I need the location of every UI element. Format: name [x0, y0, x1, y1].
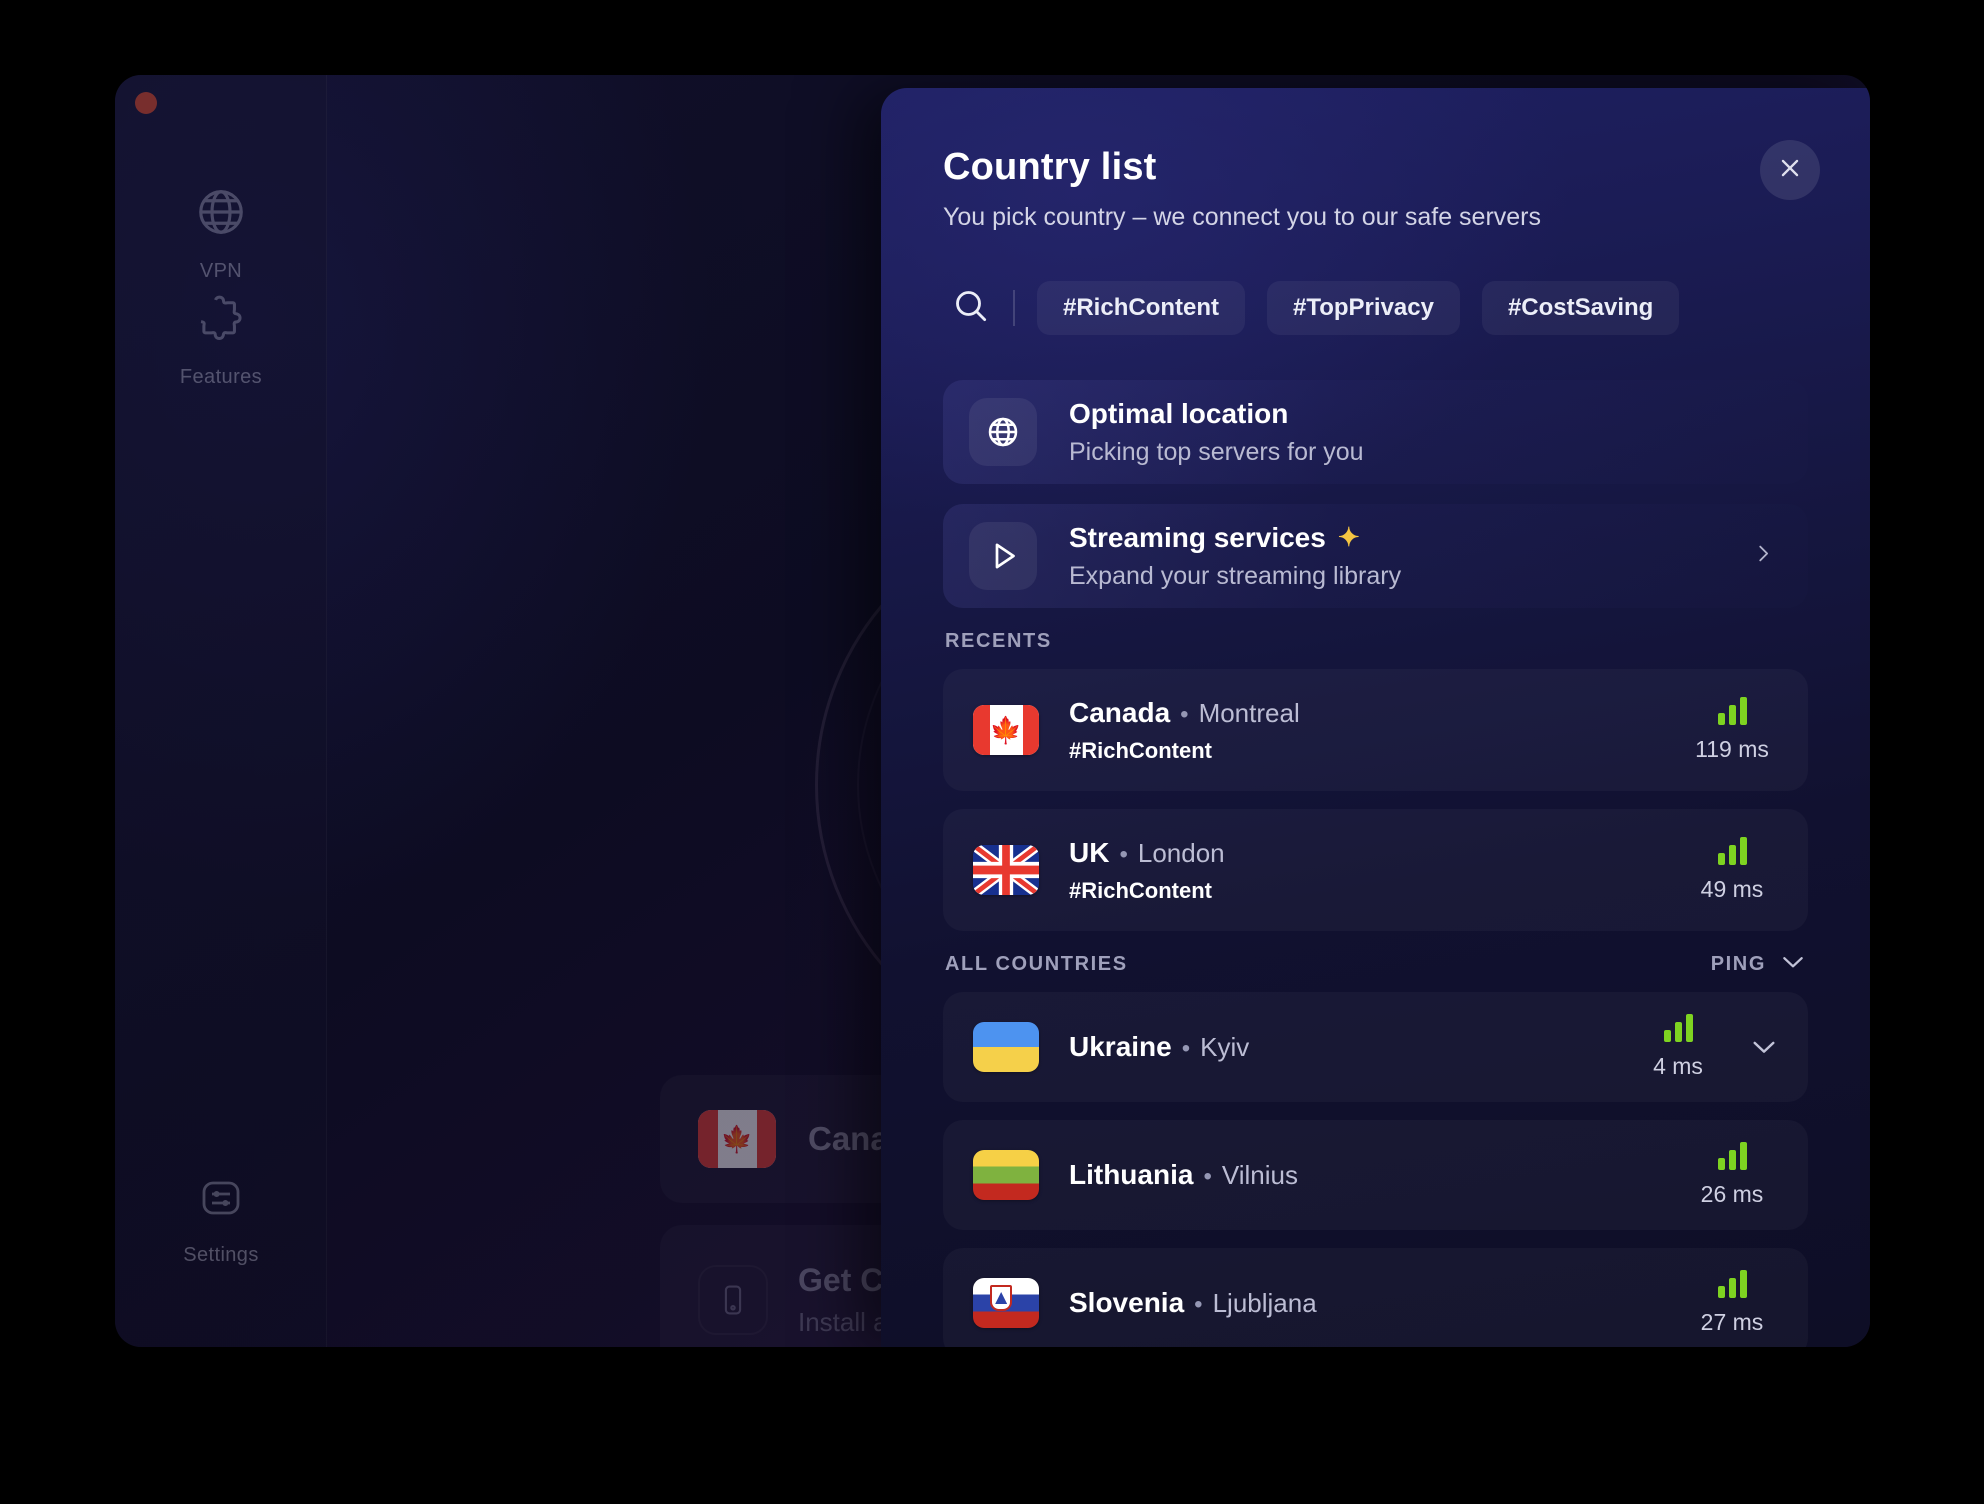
sparkle-icon: ✦ [1337, 522, 1360, 552]
tag-chips: #RichContent #TopPrivacy #CostSaving [1037, 281, 1680, 335]
recents-label: RECENTS [945, 630, 1052, 652]
city-name: Vilnius [1221, 1160, 1298, 1190]
separator: • [1194, 1291, 1203, 1318]
chip-cost-saving[interactable]: #CostSaving [1481, 281, 1680, 335]
app-window: VPN Features Settings 🍁 Canada Get Clear… [115, 75, 1870, 1347]
ping-indicator: 26 ms [1686, 1142, 1778, 1208]
sort-label: PING [1710, 953, 1766, 975]
flag-uk-icon [973, 845, 1039, 895]
signal-bars-icon [1717, 697, 1747, 725]
sidebar-item-label: VPN [199, 260, 243, 282]
row-tag: #RichContent [1069, 877, 1212, 903]
table-row[interactable]: 🍁 Canada • Montreal #RichContent 119 ms [943, 669, 1808, 791]
flag-ua-icon [973, 1022, 1039, 1072]
filter-row: #RichContent #TopPrivacy #CostSaving [881, 232, 1870, 336]
expand-row-chevron-icon[interactable] [1750, 1038, 1778, 1056]
city-name: Montreal [1198, 697, 1300, 728]
ping-value: 26 ms [1700, 1181, 1764, 1207]
chip-top-privacy[interactable]: #TopPrivacy [1267, 281, 1460, 335]
panel-body: Optimal location Picking top servers for… [881, 336, 1870, 1347]
country-list-panel: Country list You pick country – we conne… [881, 88, 1870, 1347]
flag-ca-icon: 🍁 [698, 1110, 776, 1168]
search-icon [951, 286, 991, 331]
city-name: Kyiv [1200, 1032, 1250, 1062]
sidebar: VPN Features Settings [115, 75, 327, 1347]
sidebar-item-vpn[interactable]: VPN [115, 185, 327, 283]
streaming-services-subtitle: Expand your streaming library [1069, 561, 1402, 590]
screen: VPN Features Settings 🍁 Canada Get Clear… [0, 0, 1984, 1504]
ping-value: 4 ms [1653, 1053, 1703, 1079]
table-row[interactable]: Ukraine • Kyiv 4 ms [943, 992, 1808, 1102]
streaming-services-card[interactable]: Streaming services ✦ Expand your streami… [943, 504, 1808, 608]
table-row[interactable]: Slovenia • Ljubljana 27 ms [943, 1248, 1808, 1347]
globe-icon [969, 398, 1037, 466]
page-title: Country list [943, 146, 1157, 188]
country-name: Canada [1069, 696, 1171, 728]
ping-value: 119 ms [1695, 736, 1769, 762]
ping-value: 27 ms [1700, 1309, 1764, 1335]
country-name: Ukraine [1069, 1031, 1172, 1062]
sliders-icon [197, 1175, 245, 1228]
optimal-location-title: Optimal location [1069, 397, 1289, 429]
sidebar-item-label: Settings [183, 1244, 259, 1266]
country-name: Slovenia [1069, 1287, 1185, 1318]
search-input[interactable] [943, 280, 999, 336]
city-name: London [1137, 837, 1225, 868]
sort-by-ping-control[interactable]: PING [1711, 953, 1806, 976]
country-name: UK [1069, 836, 1110, 868]
country-name: Lithuania [1069, 1159, 1194, 1190]
sidebar-item-settings[interactable]: Settings [115, 1175, 327, 1267]
puzzle-icon [195, 293, 247, 350]
close-panel-button[interactable] [1760, 140, 1820, 200]
table-row[interactable]: Lithuania • Vilnius 26 ms [943, 1120, 1808, 1230]
ping-indicator: 27 ms [1686, 1270, 1778, 1336]
globe-icon [194, 185, 248, 244]
optimal-location-card[interactable]: Optimal location Picking top servers for… [943, 380, 1808, 484]
panel-header: Country list You pick country – we conne… [881, 88, 1870, 232]
separator: • [1203, 1163, 1212, 1190]
table-row[interactable]: UK • London #RichContent 49 ms [943, 809, 1808, 931]
streaming-services-title: Streaming services [1069, 521, 1326, 553]
signal-bars-icon [1717, 1270, 1747, 1298]
separator: • [1181, 1035, 1191, 1062]
ping-indicator: 49 ms [1686, 837, 1778, 903]
separator: • [1180, 700, 1189, 728]
close-icon [1777, 155, 1803, 186]
chevron-right-icon[interactable] [1752, 539, 1774, 574]
flag-lt-icon [973, 1150, 1039, 1200]
ping-indicator: 4 ms [1632, 1014, 1724, 1080]
play-icon [969, 522, 1037, 590]
separator: • [1119, 840, 1128, 868]
chip-rich-content[interactable]: #RichContent [1037, 281, 1245, 335]
sidebar-item-label: Features [179, 366, 263, 388]
optimal-location-subtitle: Picking top servers for you [1069, 437, 1364, 466]
page-subtitle: You pick country – we connect you to our… [943, 203, 1542, 231]
signal-bars-icon [1663, 1014, 1693, 1042]
chevron-down-icon [1780, 954, 1806, 975]
signal-bars-icon [1717, 837, 1747, 865]
city-name: Ljubljana [1212, 1288, 1317, 1318]
flag-ca-icon: 🍁 [973, 705, 1039, 755]
signal-bars-icon [1717, 1142, 1747, 1170]
filter-divider [1013, 290, 1015, 326]
row-tag: #RichContent [1069, 737, 1212, 763]
all-countries-label: ALL COUNTRIES [945, 953, 1128, 975]
ping-value: 49 ms [1700, 876, 1764, 902]
all-countries-header: ALL COUNTRIES PING [945, 953, 1806, 976]
ping-indicator: 119 ms [1686, 697, 1778, 763]
sidebar-item-features[interactable]: Features [115, 293, 327, 389]
flag-si-icon [973, 1278, 1039, 1328]
phone-icon [698, 1265, 768, 1335]
